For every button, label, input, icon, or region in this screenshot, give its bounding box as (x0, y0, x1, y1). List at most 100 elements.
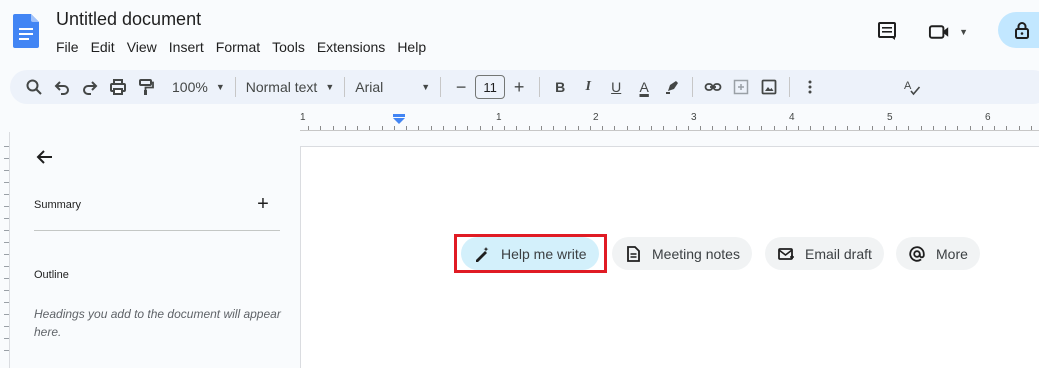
vruler-tick (4, 290, 9, 291)
formatting-toolbar: 100% ▼ Normal text ▼ Arial ▼ − 11 + B I … (10, 70, 1039, 104)
redo-button[interactable] (76, 73, 104, 101)
highlight-color-button[interactable] (658, 73, 686, 101)
redo-icon (83, 81, 98, 95)
vruler-tick (4, 182, 9, 183)
toolbar-divider (234, 77, 236, 97)
increase-font-size-button[interactable]: + (505, 73, 533, 101)
ruler-tick (700, 126, 701, 130)
ruler-tick (430, 126, 432, 130)
vruler-tick (4, 170, 9, 171)
meeting-notes-chip[interactable]: Meeting notes (612, 237, 752, 270)
chevron-down-icon: ▼ (215, 82, 225, 92)
add-comment-button[interactable] (727, 73, 755, 101)
italic-button[interactable]: I (574, 73, 602, 101)
menu-edit[interactable]: Edit (91, 37, 121, 57)
bold-button[interactable]: B (546, 73, 574, 101)
indent-marker-icon[interactable] (393, 114, 405, 124)
vruler-tick (4, 326, 9, 327)
underline-button[interactable]: U (602, 73, 630, 101)
menu-view[interactable]: View (127, 37, 163, 57)
meet-button[interactable]: ▼ (928, 20, 968, 44)
ruler-number: 4 (789, 112, 795, 123)
outline-empty-hint: Headings you add to the document will ap… (34, 307, 281, 339)
vruler-tick (4, 146, 9, 147)
ruler-tick (357, 126, 358, 130)
zoom-select[interactable]: 100% ▼ (168, 73, 229, 101)
ruler-tick (712, 126, 714, 130)
ruler-tick (442, 126, 444, 130)
comment-history-icon[interactable] (876, 20, 898, 42)
docs-logo-icon[interactable] (13, 14, 39, 48)
document-title[interactable]: Untitled document (56, 9, 201, 30)
toolbar-divider (440, 77, 442, 97)
text-color-button[interactable]: A (630, 73, 658, 101)
vruler-tick (4, 254, 9, 255)
ruler-tick (883, 126, 885, 130)
insert-image-button[interactable] (755, 73, 783, 101)
title-bar: Untitled document File Edit View Insert … (0, 0, 1039, 64)
menu-tools[interactable]: Tools (272, 37, 311, 57)
ruler-tick (798, 126, 799, 130)
add-summary-button[interactable]: + (254, 194, 272, 214)
vruler-tick (4, 218, 9, 219)
menu-insert[interactable]: Insert (169, 37, 210, 57)
menu-help[interactable]: Help (397, 37, 432, 57)
ruler-number: 1 (496, 112, 502, 123)
ruler-tick (675, 126, 677, 130)
font-select[interactable]: Arial ▼ (351, 73, 434, 101)
video-camera-icon (928, 25, 949, 39)
ruler-tick (638, 126, 640, 130)
more-chip[interactable]: More (896, 237, 980, 270)
ruler-tick (687, 126, 689, 130)
ruler-tick (749, 126, 750, 130)
vruler-tick (4, 302, 9, 303)
divider (34, 230, 280, 231)
undo-button[interactable] (48, 73, 76, 101)
ruler-tick (418, 126, 420, 130)
document-icon (627, 245, 640, 262)
ruler-tick (981, 126, 983, 130)
share-button[interactable] (998, 12, 1039, 48)
paragraph-style-select[interactable]: Normal text ▼ (242, 73, 339, 101)
email-icon (778, 247, 794, 260)
menu-format[interactable]: Format (216, 37, 266, 57)
ruler-tick (320, 126, 322, 130)
ruler-tick (822, 126, 824, 130)
menu-extensions[interactable]: Extensions (317, 37, 391, 57)
ruler-tick (651, 126, 652, 130)
arrow-back-icon[interactable] (34, 146, 56, 168)
paint-format-icon (139, 79, 154, 95)
menu-bar: File Edit View Insert Format Tools Exten… (56, 37, 438, 57)
spelling-button[interactable]: A (898, 73, 926, 101)
font-size-input[interactable]: 11 (475, 75, 506, 99)
ruler-tick (626, 126, 628, 130)
svg-text:A: A (904, 80, 912, 92)
ruler-tick (516, 126, 518, 130)
help-me-write-chip[interactable]: Help me write (461, 237, 599, 270)
ruler-tick (528, 126, 530, 130)
vruler-tick (4, 206, 9, 207)
ruler-tick (504, 126, 505, 130)
more-options-button[interactable] (796, 73, 824, 101)
more-label: More (936, 245, 968, 262)
chevron-down-icon: ▼ (421, 82, 431, 92)
email-draft-chip[interactable]: Email draft (765, 237, 884, 270)
search-menus-button[interactable] (20, 73, 48, 101)
print-button[interactable] (104, 73, 132, 101)
ruler-tick (332, 126, 334, 130)
insert-link-button[interactable] (699, 73, 727, 101)
paragraph-style-value: Normal text (245, 79, 318, 95)
toolbar-divider (344, 77, 346, 97)
paint-format-button[interactable] (132, 73, 160, 101)
decrease-font-size-button[interactable]: − (447, 73, 475, 101)
vruler-tick (4, 278, 9, 279)
ruler-tick (920, 126, 922, 130)
ruler-tick (859, 126, 861, 130)
vertical-ruler (0, 132, 10, 368)
menu-file[interactable]: File (56, 37, 85, 57)
horizontal-ruler[interactable]: 1 1 2 3 4 5 6 (300, 110, 1039, 132)
magic-pen-icon (476, 246, 489, 262)
lock-icon (1015, 22, 1029, 39)
ruler-tick (406, 126, 407, 130)
ruler-number: 1 (300, 112, 306, 123)
